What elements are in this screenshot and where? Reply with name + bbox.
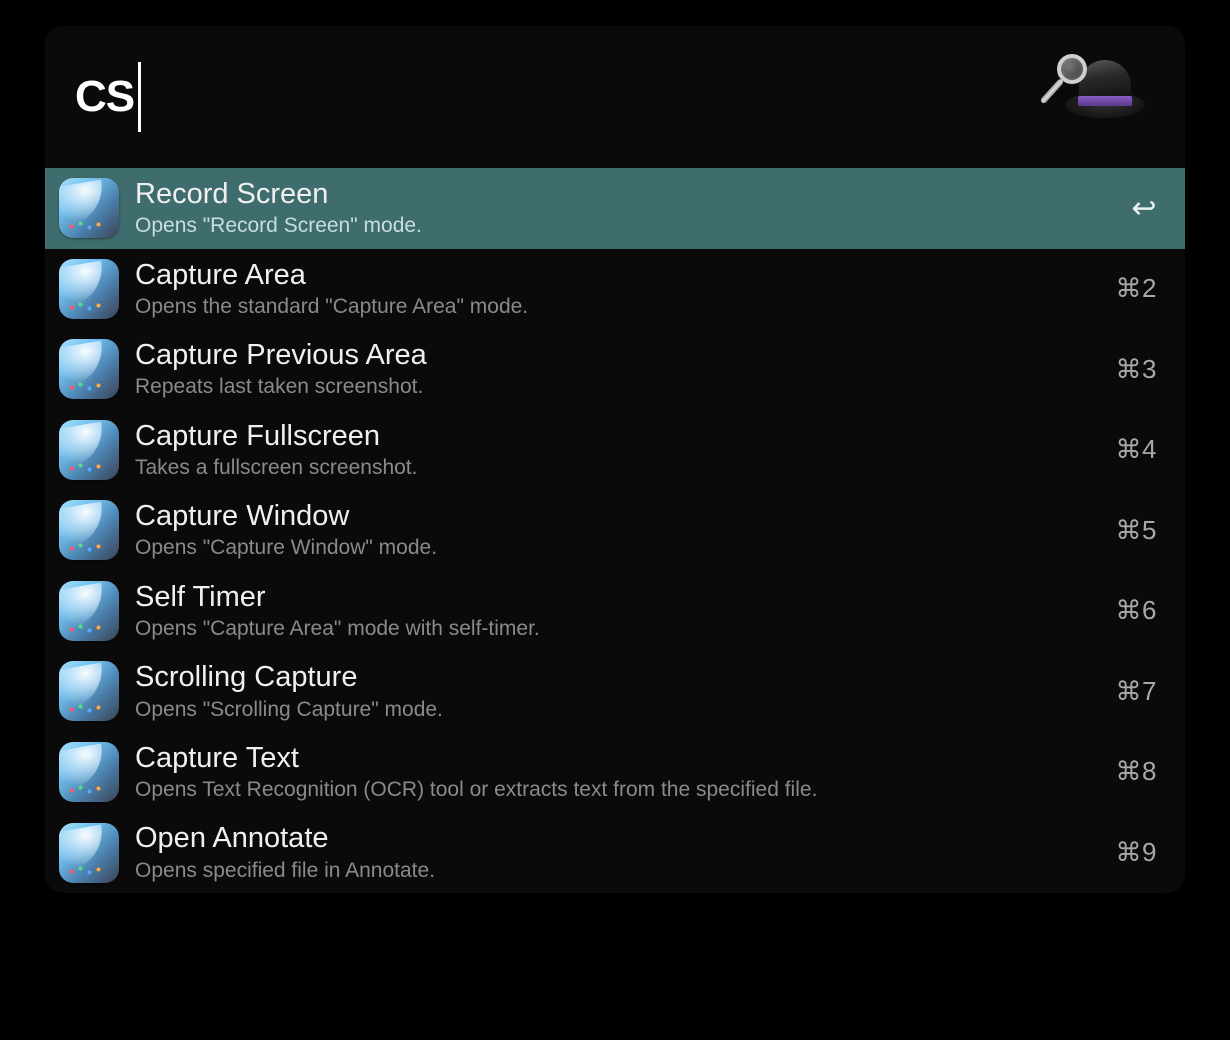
result-subtitle: Opens "Capture Area" mode with self-time… bbox=[135, 616, 1100, 641]
result-shortcut: ⌘8 bbox=[1116, 756, 1157, 787]
result-subtitle: Opens "Scrolling Capture" mode. bbox=[135, 697, 1100, 722]
cleanshot-app-icon bbox=[59, 420, 119, 480]
result-text: Capture Previous AreaRepeats last taken … bbox=[135, 339, 1100, 400]
cleanshot-app-icon bbox=[59, 823, 119, 883]
result-item[interactable]: Scrolling Capture Opens "Scrolling Captur… bbox=[45, 651, 1185, 732]
result-subtitle: Opens "Capture Window" mode. bbox=[135, 535, 1100, 560]
search-input[interactable]: CS bbox=[75, 62, 141, 132]
launcher-panel: CS Record ScreenOpens "Record Screen" mo… bbox=[45, 26, 1185, 893]
result-title: Capture Previous Area bbox=[135, 339, 1100, 372]
search-query-text: CS bbox=[75, 72, 134, 122]
result-subtitle: Opens specified file in Annotate. bbox=[135, 858, 1100, 883]
result-text: Capture TextOpens Text Recognition (OCR)… bbox=[135, 742, 1100, 803]
result-item[interactable]: Capture WindowOpens "Capture Window" mod… bbox=[45, 490, 1185, 571]
cleanshot-app-icon bbox=[59, 661, 119, 721]
result-shortcut: ⌘9 bbox=[1116, 837, 1157, 868]
search-bar: CS bbox=[45, 26, 1185, 168]
result-item[interactable]: Capture TextOpens Text Recognition (OCR)… bbox=[45, 732, 1185, 813]
cleanshot-app-icon bbox=[59, 581, 119, 641]
result-shortcut: ⌘6 bbox=[1116, 595, 1157, 626]
result-text: Open Annotate Opens specified file in Ann… bbox=[135, 822, 1100, 883]
result-subtitle: Opens the standard "Capture Area" mode. bbox=[135, 294, 1100, 319]
result-title: Capture Fullscreen bbox=[135, 420, 1100, 453]
cleanshot-app-icon bbox=[59, 259, 119, 319]
result-shortcut: ⌘5 bbox=[1116, 515, 1157, 546]
result-title: Record Screen bbox=[135, 178, 1115, 211]
cleanshot-app-icon bbox=[59, 339, 119, 399]
result-title: Capture Text bbox=[135, 742, 1100, 775]
result-title: Scrolling Capture bbox=[135, 661, 1100, 694]
alfred-logo-icon bbox=[1055, 52, 1145, 142]
result-title: Open Annotate bbox=[135, 822, 1100, 855]
result-subtitle: Repeats last taken screenshot. bbox=[135, 374, 1100, 399]
result-title: Capture Window bbox=[135, 500, 1100, 533]
enter-key-icon: ↩ bbox=[1131, 191, 1157, 226]
cleanshot-app-icon bbox=[59, 178, 119, 238]
result-text: Scrolling Capture Opens "Scrolling Captur… bbox=[135, 661, 1100, 722]
result-shortcut: ⌘7 bbox=[1116, 676, 1157, 707]
result-item[interactable]: Capture Previous AreaRepeats last taken … bbox=[45, 329, 1185, 410]
result-text: Capture WindowOpens "Capture Window" mod… bbox=[135, 500, 1100, 561]
cleanshot-app-icon bbox=[59, 742, 119, 802]
result-text: Capture FullscreenTakes a fullscreen scr… bbox=[135, 420, 1100, 481]
result-subtitle: Takes a fullscreen screenshot. bbox=[135, 455, 1100, 480]
result-text: Record ScreenOpens "Record Screen" mode. bbox=[135, 178, 1115, 239]
result-shortcut: ⌘3 bbox=[1116, 354, 1157, 385]
result-text: Self TimerOpens "Capture Area" mode with… bbox=[135, 581, 1100, 642]
cleanshot-app-icon bbox=[59, 500, 119, 560]
result-shortcut: ⌘4 bbox=[1116, 434, 1157, 465]
result-item[interactable]: Record ScreenOpens "Record Screen" mode.… bbox=[45, 168, 1185, 249]
result-shortcut: ⌘2 bbox=[1116, 273, 1157, 304]
result-title: Capture Area bbox=[135, 259, 1100, 292]
text-cursor bbox=[138, 62, 141, 132]
result-item[interactable]: Capture FullscreenTakes a fullscreen scr… bbox=[45, 410, 1185, 491]
results-list: Record ScreenOpens "Record Screen" mode.… bbox=[45, 168, 1185, 893]
result-text: Capture AreaOpens the standard "Capture … bbox=[135, 259, 1100, 320]
result-title: Self Timer bbox=[135, 581, 1100, 614]
result-item[interactable]: Self TimerOpens "Capture Area" mode with… bbox=[45, 571, 1185, 652]
result-item[interactable]: Open Annotate Opens specified file in Ann… bbox=[45, 812, 1185, 893]
result-subtitle: Opens Text Recognition (OCR) tool or ext… bbox=[135, 777, 1100, 802]
result-item[interactable]: Capture AreaOpens the standard "Capture … bbox=[45, 249, 1185, 330]
result-subtitle: Opens "Record Screen" mode. bbox=[135, 213, 1115, 238]
